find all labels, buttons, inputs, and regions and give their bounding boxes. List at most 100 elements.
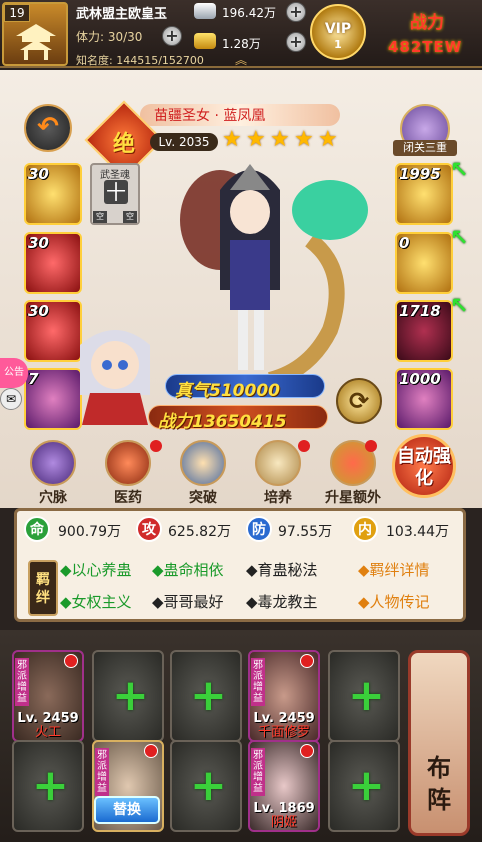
acupoint-icon (30, 440, 76, 486)
upgrade-arrow-icon: ↖ (450, 226, 469, 251)
func-label: 医药 (114, 490, 142, 506)
player-name: 武林盟主欧皇玉 (76, 7, 168, 22)
upgrade-arrow-icon: ↖ (450, 294, 469, 319)
empty-lineup-slot[interactable]: + (328, 740, 400, 832)
plus-icon: + (348, 760, 385, 811)
notification-dot (64, 654, 78, 668)
plus-icon: + (112, 670, 149, 721)
rank-text: 绝 (112, 132, 135, 157)
equip-slot-7[interactable]: 1718 (395, 300, 453, 362)
bond-item: ◆毒龙教主 (246, 593, 318, 611)
empty-lineup-slot[interactable]: + (328, 650, 400, 742)
hp-icon: 命 (24, 516, 50, 542)
plus-icon: 十 (104, 180, 128, 204)
empty-lineup-slot[interactable]: + (92, 650, 164, 742)
hp-value: 900.79万 (58, 524, 121, 540)
add-stamina-button[interactable]: + (162, 26, 182, 46)
hero-slot-name: 阴姬 (270, 815, 297, 830)
func-label: 穴脉 (39, 490, 67, 506)
plus-icon: + (348, 670, 385, 721)
notification-dot (298, 440, 310, 452)
bond-item: ◆育蛊秘法 (246, 561, 318, 579)
equip-slot-6[interactable]: 0 (395, 232, 453, 294)
bio-link[interactable]: ◆人物传记 (358, 591, 430, 612)
attack-icon: 攻 (136, 516, 162, 542)
notice-tab[interactable]: 公告 (0, 358, 28, 388)
notification-dot (300, 654, 314, 668)
attack-value: 625.82万 (168, 524, 231, 540)
star-icon: ★ (246, 127, 266, 152)
func-breakthrough-button[interactable]: 突破 (178, 440, 228, 507)
plus-icon: + (32, 760, 69, 811)
equip-slot-2[interactable]: 30 (24, 232, 82, 294)
back-button[interactable]: ↶ (24, 104, 72, 152)
hero-level: Lv. 2035 (150, 133, 218, 151)
func-label: 突破 (189, 490, 217, 506)
empty-lineup-slot[interactable]: + (170, 740, 242, 832)
sect-buff-tag: 邪派增益 (251, 748, 265, 796)
pavilion-icon (16, 24, 56, 60)
silver-ingot-icon (194, 3, 216, 19)
func-cultivate-button[interactable]: 培养 (253, 440, 303, 507)
refresh-icon[interactable]: ⟳ (336, 378, 382, 424)
seclusion-label: 闭关三重 (393, 140, 457, 156)
empty-lineup-slot[interactable]: + (170, 650, 242, 742)
func-label: 升星额外 (325, 490, 381, 506)
bond-item: ◆蛊命相依 (152, 561, 224, 579)
notification-dot (144, 744, 158, 758)
medicine-icon (105, 440, 151, 486)
func-acupoint-button[interactable]: 穴脉 (28, 440, 78, 507)
empty-tag: 空 (123, 211, 137, 223)
fame-label: 知名度: 144515/152700 (76, 54, 204, 67)
lineup-hero-slot[interactable]: 邪派增益 Lv. 1869 阴姬 (248, 740, 320, 832)
inner-power-icon: 内 (352, 516, 378, 542)
equip-count: 30 (28, 302, 49, 320)
add-gold-button[interactable]: + (286, 32, 306, 52)
silver-amount: 196.42万 (222, 6, 276, 20)
add-silver-button[interactable]: + (286, 2, 306, 22)
equip-slot-8[interactable]: 1000 (395, 368, 453, 430)
equip-count: 0 (399, 234, 410, 252)
plus-icon: + (190, 760, 227, 811)
formation-label: 布阵 (427, 754, 451, 814)
equip-count: 1718 (399, 302, 441, 320)
hero-slot-name: 千面修罗 (257, 725, 310, 740)
chat-icon[interactable]: ✉ (0, 388, 22, 410)
lineup-hero-slot[interactable]: 邪派增益 Lv. 2459 火工 (12, 650, 84, 742)
vip-badge[interactable]: VIP 1 (310, 4, 366, 60)
power-value: 482TEW (388, 38, 463, 56)
vip-level: 1 (334, 38, 342, 51)
chibi-character-art (80, 330, 150, 425)
chevron-up-icon[interactable]: ︽ (232, 54, 250, 66)
sect-buff-tag: 邪派增益 (251, 658, 265, 706)
star-icon: ★ (318, 127, 338, 152)
sect-buff-tag: 邪派增益 (95, 748, 109, 796)
func-medicine-button[interactable]: 医药 (103, 440, 153, 507)
stamina-label: 体力: 30/30 (76, 30, 143, 44)
equip-slot-5[interactable]: 1995 (395, 163, 453, 225)
func-label: 培养 (264, 490, 292, 506)
lineup-hero-slot[interactable]: 邪派增益 Lv. 2459 千面修罗 (248, 650, 320, 742)
notification-dot (150, 440, 162, 452)
upgrade-arrow-icon: ↖ (450, 158, 469, 183)
sect-buff-tag: 邪派增益 (15, 658, 29, 706)
empty-tag: 空 (93, 211, 107, 223)
chi-value: 真气510000 (175, 381, 280, 401)
scroll-icon (255, 440, 301, 486)
auto-strengthen-button[interactable]: 自动强化 (392, 434, 456, 498)
equip-count: 7 (28, 370, 39, 388)
player-level-badge: 19 (4, 4, 30, 22)
bond-detail-link[interactable]: ◆羁绊详情 (358, 559, 430, 580)
hero-name: 苗疆圣女 · 蓝凤凰 (154, 108, 266, 124)
notification-dot (300, 744, 314, 758)
notification-dot (365, 440, 377, 452)
empty-lineup-slot[interactable]: + (12, 740, 84, 832)
hero-character-art (180, 164, 368, 388)
equip-count: 1995 (399, 165, 441, 183)
replace-button[interactable]: 替换 (94, 796, 160, 824)
equip-slot-1[interactable]: 30 (24, 163, 82, 225)
bond-item: ◆哥哥最好 (152, 593, 224, 611)
star-icon: ★ (270, 127, 290, 152)
vip-label: VIP (324, 21, 352, 37)
defense-value: 97.55万 (278, 524, 333, 540)
